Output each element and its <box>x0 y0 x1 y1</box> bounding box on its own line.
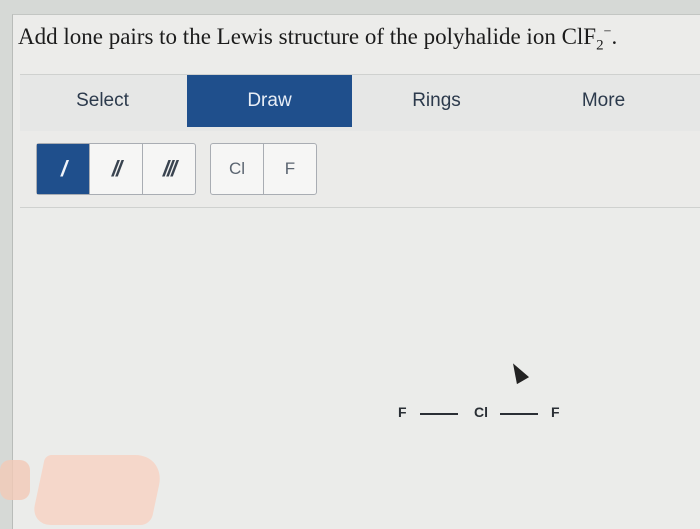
tab-select[interactable]: Select <box>20 75 185 127</box>
chlorine-atom-label: Cl <box>228 159 246 178</box>
tab-more[interactable]: More <box>521 75 686 127</box>
bond-right[interactable] <box>500 413 538 415</box>
formula-subscript: 2 <box>596 37 604 54</box>
tab-draw-label: Draw <box>247 90 292 111</box>
ion-charge: − <box>603 24 612 40</box>
triple-bond-button[interactable]: /// <box>143 144 195 194</box>
bond-left[interactable] <box>420 413 458 415</box>
bond-tool-group: / // /// <box>36 143 196 195</box>
tab-rings-label: Rings <box>412 90 461 111</box>
tab-more-label: More <box>581 90 626 111</box>
fluorine-atom-label: F <box>284 159 296 178</box>
draw-subtoolbar: / // /// Cl F <box>20 131 700 208</box>
editor-toolbar: Select Draw Rings More <box>20 74 700 132</box>
atom-tool-group: Cl F <box>210 143 317 195</box>
question-text: Add lone pairs to the Lewis structure of… <box>18 24 617 55</box>
tab-draw[interactable]: Draw <box>187 75 352 127</box>
fluorine-atom-button[interactable]: F <box>264 144 316 194</box>
question-main: Add lone pairs to the Lewis structure of… <box>18 24 597 49</box>
atom-center-chlorine[interactable]: Cl <box>474 404 488 420</box>
atom-right-fluorine[interactable]: F <box>551 404 560 420</box>
chlorine-atom-button[interactable]: Cl <box>211 144 264 194</box>
single-bond-button[interactable]: / <box>37 144 90 194</box>
atom-left-fluorine[interactable]: F <box>398 404 407 420</box>
tab-select-label: Select <box>76 90 129 111</box>
screen-glare-edge <box>0 460 30 500</box>
triple-bond-icon: /// <box>162 156 177 181</box>
single-bond-icon: / <box>60 156 67 181</box>
double-bond-button[interactable]: // <box>90 144 143 194</box>
double-bond-icon: // <box>111 156 122 181</box>
screen-glare <box>30 455 166 525</box>
tab-rings[interactable]: Rings <box>354 75 519 127</box>
question-period: . <box>611 24 618 49</box>
